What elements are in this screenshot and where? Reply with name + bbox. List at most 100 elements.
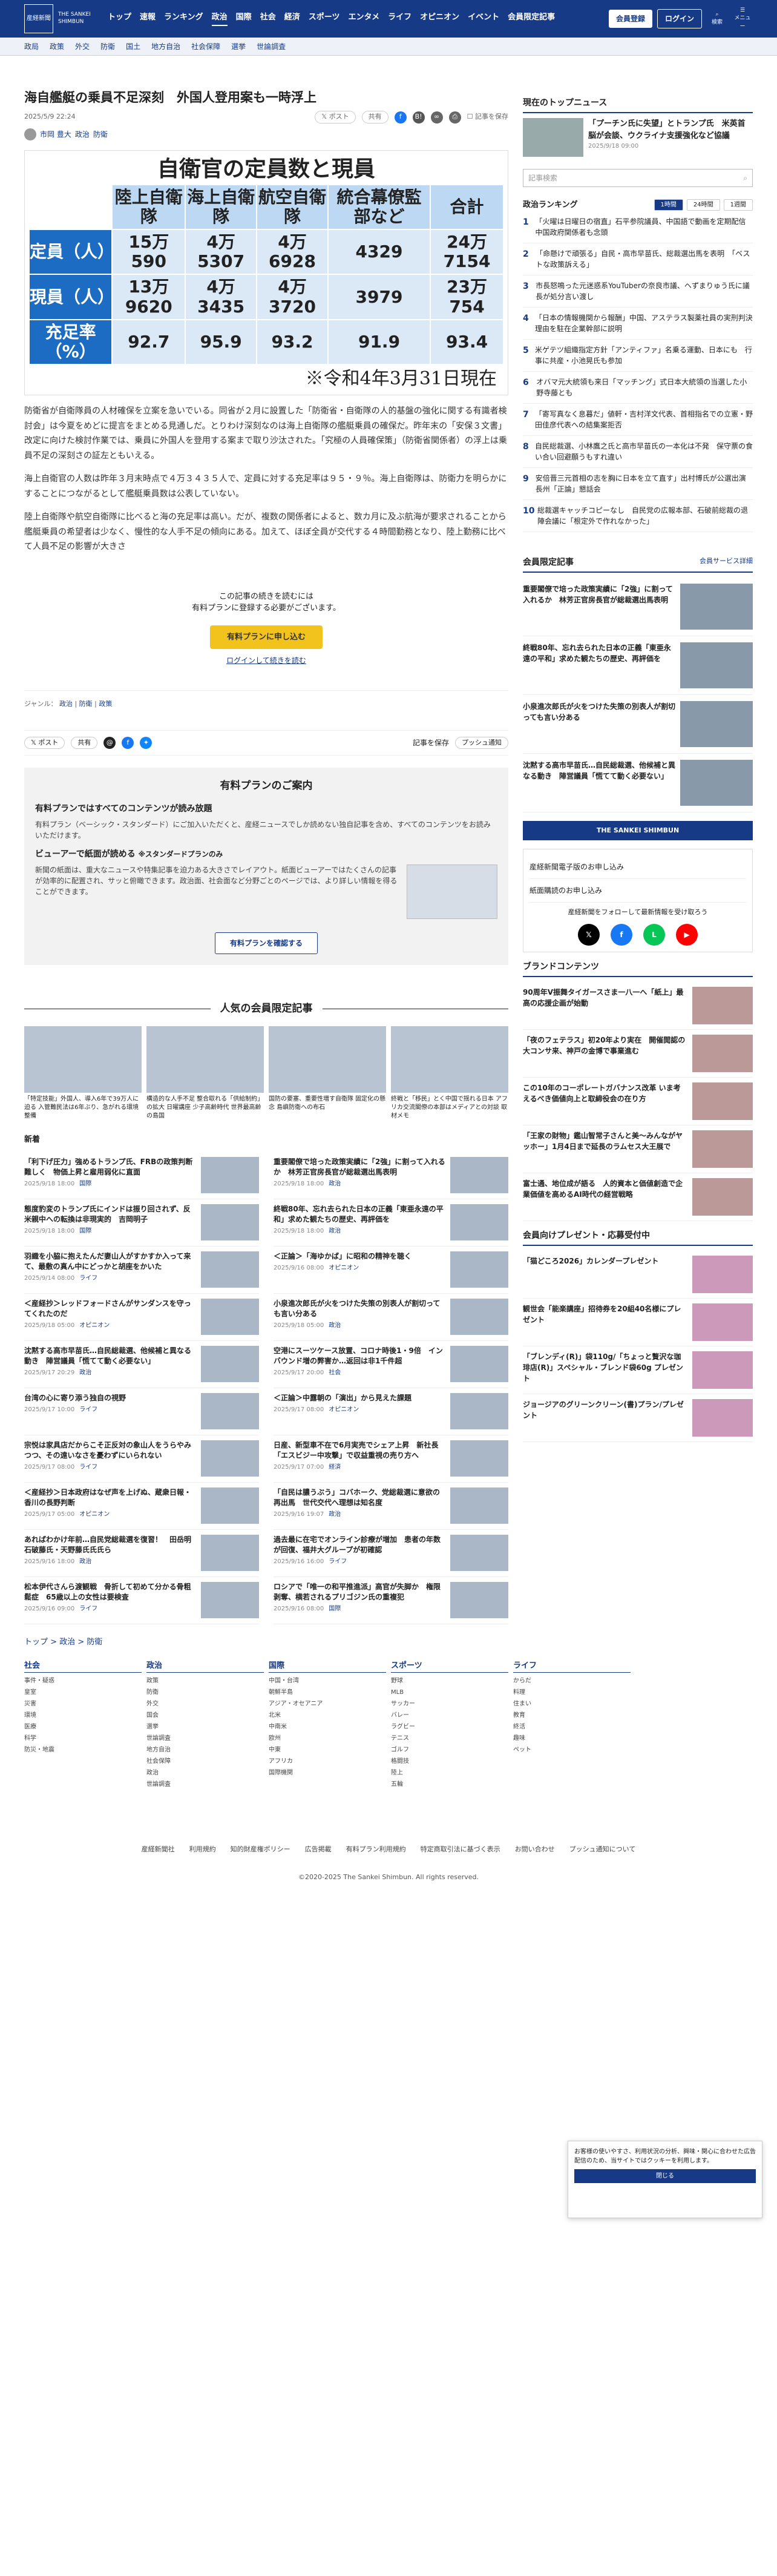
footer-link[interactable]: 世論調査 <box>146 1733 264 1744</box>
subnav-item[interactable]: 地方自治 <box>151 41 180 52</box>
cookie-close-button[interactable]: 閉じる <box>574 2169 756 2183</box>
member-item[interactable]: 重要閣僚で培った政策実績に「2強」に割って入れるか 林芳正官房長官が総裁選出馬表… <box>523 578 753 636</box>
news-item[interactable]: 態度豹変のトランプ氏にインドは振り回されず、反米親中への転換は非現実的 吉岡明子… <box>24 1199 259 1247</box>
digital-subscribe-link[interactable]: 産経新聞電子版のお申し込み <box>529 855 746 879</box>
sankei-banner[interactable]: THE SANKEI SHIMBUN <box>523 820 753 840</box>
nav-item[interactable]: ライフ <box>388 12 411 26</box>
subcategory-link[interactable]: 防衛 <box>93 129 108 140</box>
footer-link[interactable]: 趣味 <box>513 1733 631 1744</box>
ranking-item[interactable]: 8 自民総裁選、小林鷹之氏と高市早苗氏の一本化は不発 保守票の食い合い回避願うもす… <box>523 436 753 468</box>
login-button[interactable]: ログイン <box>657 9 702 28</box>
nav-item[interactable]: スポーツ <box>309 12 340 26</box>
paper-subscribe-link[interactable]: 紙面購読のお申し込み <box>529 879 746 903</box>
popular-item[interactable]: 構造的な人手不足 整合取れる「供給制約」の拡大 日曜講座 少子高齢時代 世界最高… <box>146 1026 264 1121</box>
news-tag[interactable]: ライフ <box>79 1464 97 1471</box>
site-logo[interactable]: 産経新聞 <box>24 4 53 33</box>
brand-item[interactable]: この10年のコーポレートガバナンス改革 いま考えるべき価値向上と取締役会の在り方 <box>523 1078 753 1125</box>
news-item[interactable]: 沈黙する高市早苗氏…自民総裁選、他候補と異なる動き 陣営議員「慌てて動く必要ない… <box>24 1341 259 1388</box>
footer-link[interactable]: 中東 <box>269 1744 386 1756</box>
footer-link[interactable]: 欧州 <box>269 1733 386 1744</box>
save-article-button[interactable]: ☐ 記事を保存 <box>467 112 508 122</box>
popular-item[interactable]: 国防の要塞、重要性増す自衛隊 固定化の懸念 島嶼防衛への布石 <box>269 1026 386 1121</box>
login-to-read-link[interactable]: ログインして続きを読む <box>226 656 306 665</box>
footer-link[interactable]: 防衛 <box>146 1687 264 1698</box>
article-figure[interactable]: 自衛官の定員数と現員 陸上自衛隊 海上自衛隊 航空自衛隊 統合幕僚監部など 合計… <box>24 150 508 396</box>
news-item[interactable]: 空港にスーツケース放置、コロナ時後1・9倍 インバウンド増の弊害か…返回は非1千… <box>274 1341 508 1388</box>
news-item[interactable]: ＜正論＞中露朝の「演出」から見えた課題 2025/9/17 08:00 オピニオン <box>274 1388 508 1435</box>
footer-bottom-link[interactable]: 知的財産権ポリシー <box>231 1845 290 1855</box>
footer-link[interactable]: ペット <box>513 1744 631 1756</box>
gift-item[interactable]: 「猫どころ2026」カレンダープレゼント <box>523 1251 753 1299</box>
genre-tag[interactable]: 政策 <box>99 700 112 708</box>
subnav-item[interactable]: 世論調査 <box>257 41 286 52</box>
subnav-item[interactable]: 政局 <box>24 41 39 52</box>
news-tag[interactable]: 国際 <box>79 1228 91 1234</box>
footer-link[interactable]: 科学 <box>24 1733 142 1744</box>
news-item[interactable]: 「自民は膿うぶう」コバホーク、党総裁選に意欲の再出馬 世代交代へ理想は知名度 20… <box>274 1483 508 1530</box>
nav-item[interactable]: エンタメ <box>348 12 379 26</box>
nav-item[interactable]: 経済 <box>284 12 300 26</box>
news-tag[interactable]: 経済 <box>329 1464 341 1471</box>
footer-heading[interactable]: ライフ <box>513 1660 631 1673</box>
footer-link[interactable]: 五輪 <box>391 1779 508 1790</box>
news-tag[interactable]: ライフ <box>79 1406 97 1413</box>
footer-link[interactable]: ラグビー <box>391 1721 508 1733</box>
ranking-item[interactable]: 4 「日本の情報機関から報酬」中国、アステラス製薬社員の実刑判決理由を駐在企業幹部… <box>523 308 753 340</box>
news-tag[interactable]: 政治 <box>329 1228 341 1234</box>
subnav-item[interactable]: 国土 <box>126 41 140 52</box>
subnav-item[interactable]: 社会保障 <box>191 41 220 52</box>
news-item[interactable]: あればわかけ年前…自民党総裁選を復習！ 田岳明石破藤氏・天野藤氏氏氏ら 2025/… <box>24 1530 259 1577</box>
member-register-button[interactable]: 会員登録 <box>608 10 652 28</box>
facebook-icon[interactable]: f <box>394 111 407 124</box>
ranking-item[interactable]: 10 総裁選キャッチコピーなし 自民党の広報本部、石破前総裁の退陣会議に「根定外で… <box>523 500 753 532</box>
breadcrumb-item[interactable]: 防衛 <box>87 1638 102 1647</box>
nav-item[interactable]: オピニオン <box>420 12 459 26</box>
nav-item[interactable]: イベント <box>468 12 499 26</box>
news-item[interactable]: 「利下げ圧力」強めるトランプ氏、FRBの政策判断難しく 物価上昇と雇用弱化に直面… <box>24 1152 259 1199</box>
facebook-icon[interactable]: f <box>122 736 134 749</box>
footer-link[interactable]: 教育 <box>513 1710 631 1721</box>
search-icon[interactable]: ⌕ <box>743 173 747 183</box>
gift-item[interactable]: 「ブレンディ(R)」袋110g/「ちょっと贅沢な珈琲店(R)」スペシャル・ブレン… <box>523 1346 753 1394</box>
footer-link[interactable]: 医療 <box>24 1721 142 1733</box>
ranking-item[interactable]: 9 安倍晋三元首相の志を胸に日本を立て直す」出村博氏が公選出演 長州「正論」懇話会 <box>523 468 753 500</box>
facebook-icon[interactable]: f <box>611 923 632 946</box>
footer-link[interactable]: 国会 <box>146 1710 264 1721</box>
footer-link[interactable]: アジア・オセアニア <box>269 1698 386 1710</box>
footer-link[interactable]: 選挙 <box>146 1721 264 1733</box>
footer-link[interactable]: 住まい <box>513 1698 631 1710</box>
news-tag[interactable]: オピニオン <box>329 1406 359 1413</box>
footer-link[interactable]: 野球 <box>391 1675 508 1687</box>
footer-link[interactable]: ゴルフ <box>391 1744 508 1756</box>
breadcrumb-item[interactable]: トップ <box>24 1638 48 1647</box>
member-item[interactable]: 小泉進次郎氏が火をつけた失策の別表人が割切っても言い分ある <box>523 695 753 754</box>
push-notify-button[interactable]: プッシュ通知 <box>455 736 508 749</box>
footer-heading[interactable]: 政治 <box>146 1660 264 1673</box>
news-item[interactable]: 過去最に在宅でオンライン診療が増加 患者の年数が回復、福井大グループが初確認 20… <box>274 1530 508 1577</box>
news-item[interactable]: ロシアで「唯一の和平推進派」高官が失脚か 権限剥奪、横若されるプリゴジン氏の重複… <box>274 1577 508 1624</box>
news-tag[interactable]: ライフ <box>329 1558 347 1565</box>
nav-item[interactable]: 国際 <box>236 12 252 26</box>
footer-link[interactable]: 地方自治 <box>146 1744 264 1756</box>
footer-link[interactable]: 社会保障 <box>146 1756 264 1767</box>
ranking-item[interactable]: 1 「火曜は日曜日の宿直」石平参院議員、中国語で動画を定期配信 中国政府関係者も念… <box>523 211 753 243</box>
news-tag[interactable]: 国際 <box>79 1181 91 1187</box>
brand-item[interactable]: 「夜のフェテラス」初20年より実在 開催閲認の大コンサ来、神戸の金博で事業進む <box>523 1030 753 1078</box>
check-plan-button[interactable]: 有料プランを確認する <box>214 932 318 954</box>
footer-link[interactable]: 料理 <box>513 1687 631 1698</box>
news-item[interactable]: 小泉進次郎氏が火をつけた失策の別表人が割切っても言い分ある 2025/9/18 0… <box>274 1294 508 1341</box>
line-icon[interactable]: L <box>643 923 665 946</box>
author-name[interactable]: 市岡 豊大 <box>40 129 71 140</box>
nav-item[interactable]: 社会 <box>260 12 276 26</box>
search-icon[interactable]: ⌕ 検索 <box>707 11 727 27</box>
news-item[interactable]: 台湾の心に寄り添う独自の視野 2025/9/17 10:00 ライフ <box>24 1388 259 1435</box>
footer-link[interactable]: 皇室 <box>24 1687 142 1698</box>
news-tag[interactable]: オピニオン <box>79 1511 110 1518</box>
subnav-item[interactable]: 防衛 <box>100 41 115 52</box>
footer-bottom-link[interactable]: お問い合わせ <box>515 1845 555 1855</box>
footer-link[interactable]: 中国・台湾 <box>269 1675 386 1687</box>
gift-item[interactable]: ジョージアのグリーンクリーン(書)プラン/プレゼント <box>523 1394 753 1442</box>
footer-link[interactable]: 防災・地震 <box>24 1744 142 1756</box>
footer-link[interactable]: 世論調査 <box>146 1779 264 1790</box>
nav-item[interactable]: 政治 <box>211 12 228 26</box>
